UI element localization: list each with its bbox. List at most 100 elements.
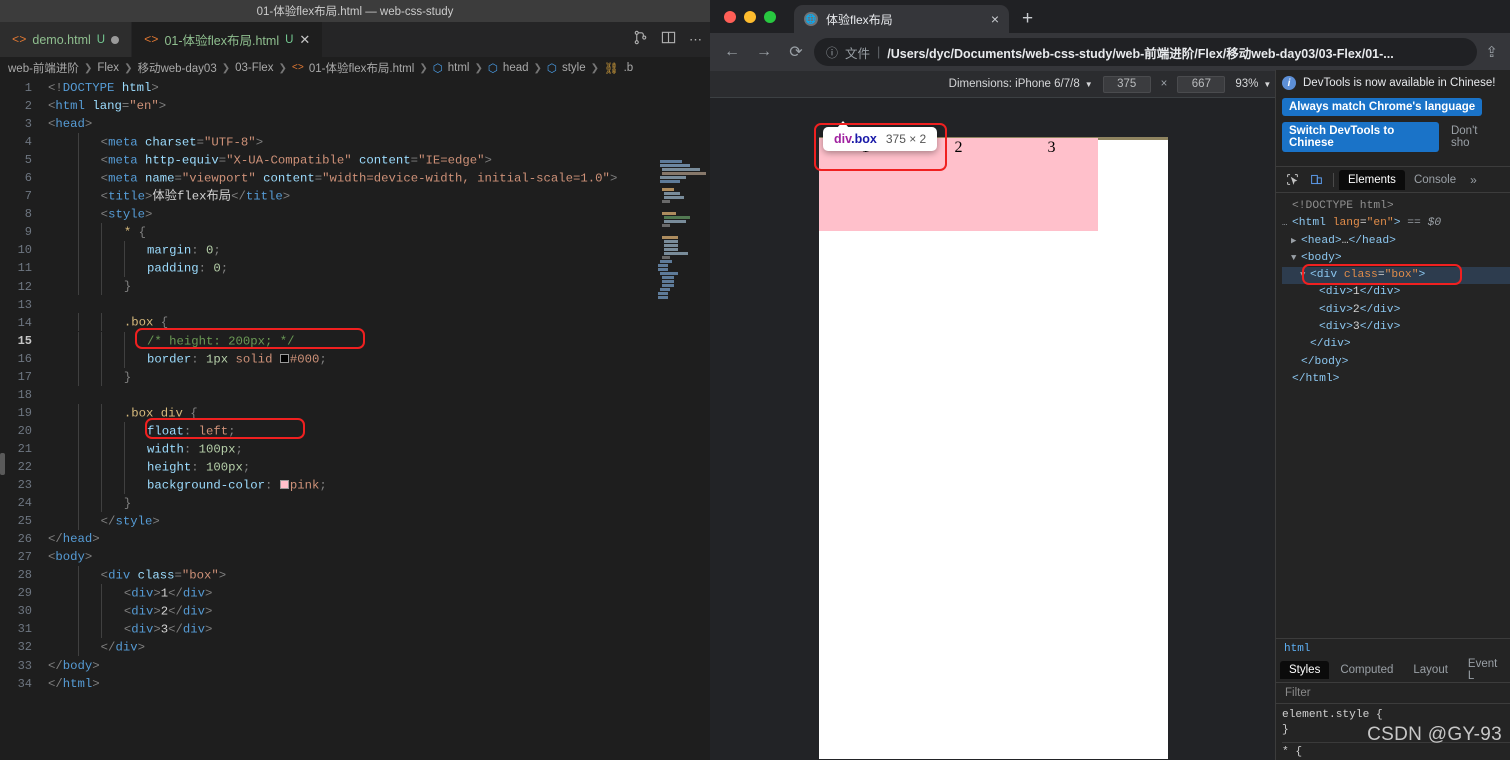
code-line[interactable]: 7 <title>体验flex布局</title>	[0, 187, 710, 206]
inspect-cursor-icon[interactable]	[1280, 169, 1304, 191]
forward-button[interactable]: →	[750, 38, 778, 66]
address-bar[interactable]: ⓘ 文件 | /Users/dyc/Documents/web-css-stud…	[814, 38, 1478, 66]
breadcrumb-item-1[interactable]: Flex	[97, 62, 119, 74]
tab-event-listeners[interactable]: Event L	[1459, 655, 1510, 685]
breadcrumb-item-4[interactable]: 01-体验flex布局.html	[309, 60, 414, 76]
tab-console[interactable]: Console	[1405, 170, 1465, 190]
always-match-language-button[interactable]: Always match Chrome's language	[1282, 98, 1483, 116]
dom-node[interactable]: <div>2</div>	[1282, 302, 1510, 319]
twisty-icon[interactable]: ▶	[1291, 233, 1301, 250]
dom-node-selected[interactable]: ▼ <div class="box">	[1282, 267, 1510, 285]
viewport-width-input[interactable]: 375	[1102, 75, 1151, 93]
code-line[interactable]: 13	[0, 296, 710, 314]
code-line[interactable]: 28 <div class="box">	[0, 566, 710, 585]
code-line[interactable]: 25 </style>	[0, 512, 710, 530]
breadcrumb-item-8[interactable]: .b	[624, 62, 634, 74]
breadcrumb-item-5[interactable]: html	[448, 62, 470, 74]
code-line[interactable]: 24 }	[0, 493, 710, 512]
code-line[interactable]: 9 * {	[0, 223, 710, 242]
tab-styles[interactable]: Styles	[1280, 661, 1330, 679]
code-line[interactable]: 6 <meta name="viewport" content="width=d…	[0, 169, 710, 188]
browser-tab[interactable]: 🌐 体验flex布局 ×	[794, 5, 1009, 33]
info-icon[interactable]: ⓘ	[826, 44, 838, 61]
breadcrumb-item-2[interactable]: 移动web-day03	[137, 60, 216, 76]
code-line[interactable]: 22 height: 100px;	[0, 457, 710, 476]
breadcrumb-item-3[interactable]: 03-Flex	[235, 62, 273, 74]
code-line[interactable]: 18	[0, 386, 710, 404]
dont-show-again-button[interactable]: Don't sho	[1443, 121, 1504, 153]
code-line[interactable]: 16 border: 1px solid #000;	[0, 349, 710, 368]
code-line[interactable]: 29 <div>1</div>	[0, 584, 710, 603]
code-line[interactable]: 15 /* height: 200px; */	[0, 331, 710, 350]
reload-button[interactable]: ⟳	[782, 38, 810, 66]
switch-to-chinese-button[interactable]: Switch DevTools to Chinese	[1282, 122, 1439, 152]
device-toggle-icon[interactable]	[1304, 169, 1328, 191]
minimap-line	[660, 260, 672, 263]
layout-panel-icon[interactable]	[661, 30, 676, 50]
twisty-icon[interactable]: ▼	[1291, 250, 1301, 267]
code-line[interactable]: 10 margin: 0;	[0, 241, 710, 260]
close-tab-icon[interactable]: ×	[991, 11, 999, 27]
more-tabs-icon[interactable]: »	[1465, 173, 1482, 187]
device-preset-dropdown[interactable]: Dimensions: iPhone 6/7/8 ▼	[949, 78, 1093, 90]
code-line[interactable]: 2 <html lang="en">	[0, 97, 710, 115]
new-tab-button[interactable]: +	[1009, 8, 1046, 33]
dom-node[interactable]: <div>3</div>	[1282, 319, 1510, 336]
split-editor-icon[interactable]	[633, 30, 648, 50]
viewport-height-input[interactable]: 667	[1177, 75, 1226, 93]
zoom-dropdown[interactable]: 93% ▼	[1235, 78, 1271, 90]
code-line[interactable]: 3 <head>	[0, 115, 710, 133]
code-line[interactable]: 5 <meta http-equiv="X-UA-Compatible" con…	[0, 151, 710, 170]
code-line[interactable]: 12 }	[0, 277, 710, 296]
editor-scroll-marker	[0, 453, 5, 475]
code-line[interactable]: 32 </div>	[0, 638, 710, 657]
code-line[interactable]: 31 <div>3</div>	[0, 620, 710, 639]
dom-node[interactable]: </body>	[1282, 354, 1510, 371]
code-line[interactable]: 4 <meta charset="UTF-8">	[0, 133, 710, 152]
code-line[interactable]: 17 }	[0, 367, 710, 386]
twisty-icon[interactable]: ▼	[1300, 267, 1310, 284]
code-line[interactable]: 23 background-color: pink;	[0, 475, 710, 494]
breadcrumb-item-6[interactable]: head	[503, 62, 529, 74]
tab-elements[interactable]: Elements	[1339, 169, 1405, 190]
code-line[interactable]: 14 .box {	[0, 313, 710, 332]
back-button[interactable]: ←	[718, 38, 746, 66]
minimap[interactable]	[654, 160, 708, 340]
tab-computed[interactable]: Computed	[1331, 661, 1402, 679]
close-window-icon[interactable]	[724, 11, 736, 23]
code-line[interactable]: 8 <style>	[0, 205, 710, 224]
code-line[interactable]: 33 </body>	[0, 657, 710, 675]
dom-node[interactable]: ▶ <head>…</head>	[1282, 233, 1510, 250]
dom-node[interactable]: <div>1</div>	[1282, 284, 1510, 301]
code-line[interactable]: 11 padding: 0;	[0, 259, 710, 278]
minimize-window-icon[interactable]	[744, 11, 756, 23]
line-number: 28	[17, 568, 32, 583]
maximize-window-icon[interactable]	[764, 11, 776, 23]
code-line[interactable]: 30 <div>2</div>	[0, 602, 710, 621]
line-number: 27	[17, 550, 32, 565]
editor-tab-demo[interactable]: <> demo.html U	[0, 22, 133, 57]
code-line[interactable]: 1 <!DOCTYPE html>	[0, 79, 710, 97]
dom-node[interactable]: … <html lang="en"> == $0	[1282, 215, 1510, 232]
breadcrumb-item-0[interactable]: web-前端进阶	[8, 60, 79, 76]
code-line[interactable]: 21 width: 100px;	[0, 439, 710, 458]
dom-node[interactable]: ▼ <body>	[1282, 250, 1510, 267]
tab-layout[interactable]: Layout	[1404, 661, 1457, 679]
close-icon[interactable]: ✕	[299, 32, 310, 48]
twisty-icon[interactable]: …	[1282, 215, 1292, 232]
code-editor[interactable]: 1 <!DOCTYPE html> 2 <html lang="en"> 3 <head>…	[0, 79, 710, 760]
code-line[interactable]: 20 float: left;	[0, 421, 710, 440]
code-line[interactable]: 19 .box div {	[0, 403, 710, 422]
dom-node[interactable]: <!DOCTYPE html>	[1282, 198, 1510, 215]
editor-tab-flex[interactable]: <> 01-体验flex布局.html U ✕	[132, 22, 324, 57]
dom-node[interactable]: </div>	[1282, 336, 1510, 353]
code-line[interactable]: 34 </html>	[0, 675, 710, 693]
share-icon[interactable]: ⇪	[1481, 43, 1502, 61]
styles-filter-input[interactable]: Filter	[1276, 683, 1510, 704]
code-line[interactable]: 27 <body>	[0, 548, 710, 566]
dom-tree[interactable]: <!DOCTYPE html>… <html lang="en"> == $0 ▶ <…	[1276, 193, 1510, 638]
dom-node[interactable]: </html>	[1282, 371, 1510, 388]
code-line[interactable]: 26 </head>	[0, 530, 710, 548]
breadcrumb-item-7[interactable]: style	[562, 62, 586, 74]
more-actions-icon[interactable]: ⋯	[689, 33, 702, 46]
